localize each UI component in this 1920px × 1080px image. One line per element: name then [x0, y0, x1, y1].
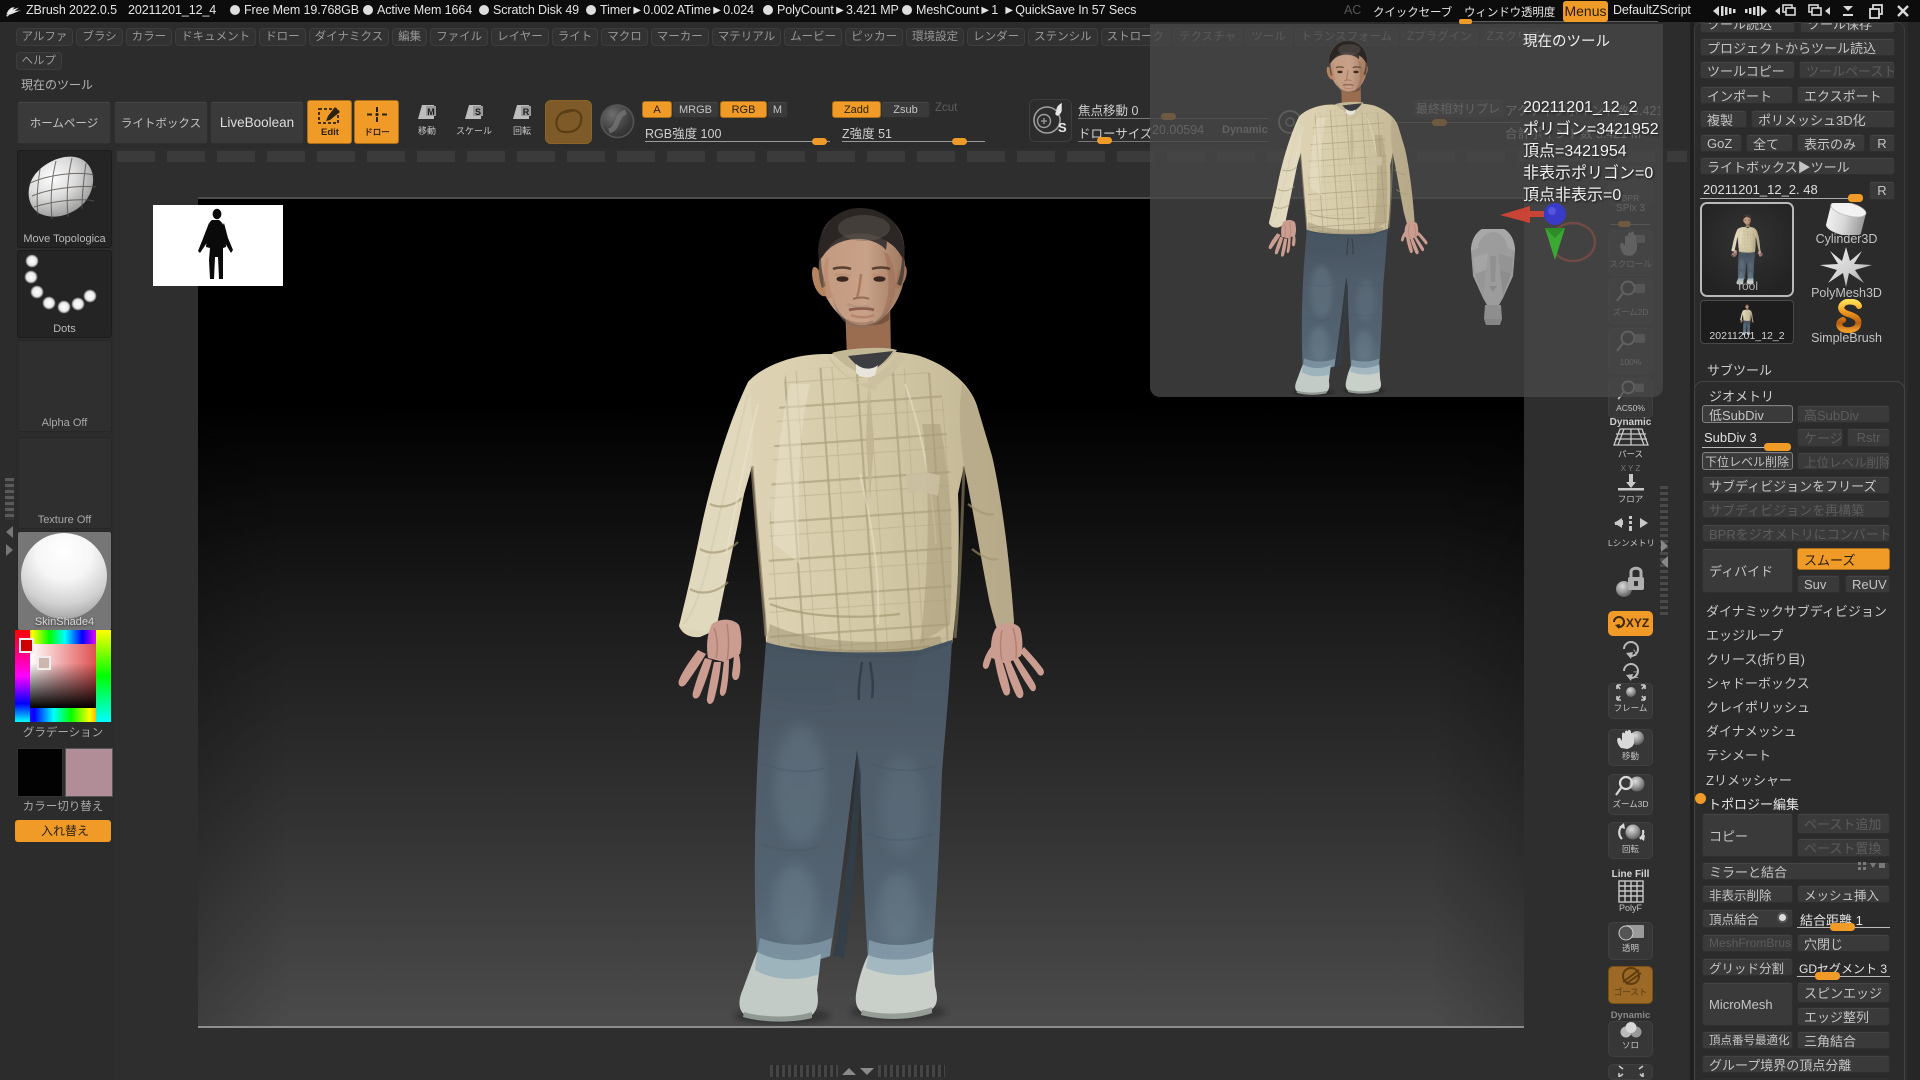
svg-text:M: M	[427, 107, 435, 117]
svg-text:R: R	[523, 107, 530, 117]
svg-text:Edit: Edit	[321, 127, 340, 138]
svg-text:S: S	[1058, 120, 1067, 135]
svg-text:ドロー: ドロー	[364, 127, 390, 137]
svg-text:S: S	[475, 107, 481, 117]
svg-text:Y: Y	[1633, 648, 1639, 658]
svg-text:Z: Z	[1633, 670, 1639, 680]
